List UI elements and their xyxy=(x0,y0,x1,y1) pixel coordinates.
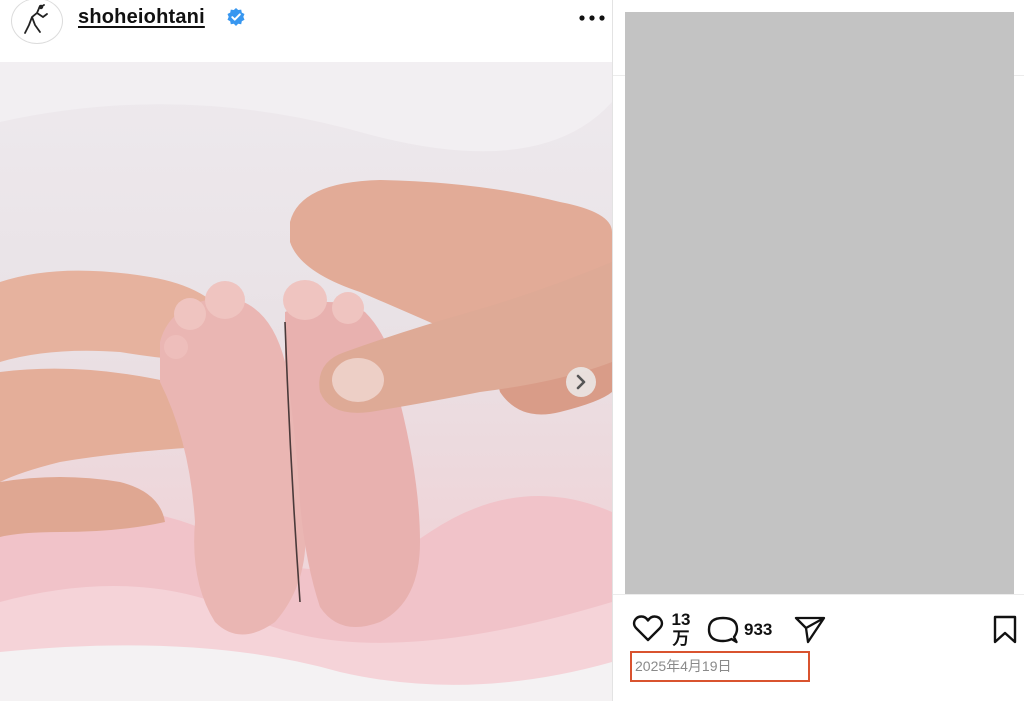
baseball-player-logo xyxy=(24,4,48,34)
paper-plane-icon[interactable] xyxy=(794,615,826,650)
comment-bubble-icon[interactable] xyxy=(707,615,739,650)
verified-badge-icon xyxy=(226,7,246,32)
next-photo-button[interactable] xyxy=(566,367,596,397)
date-highlight-box: 2025年4月19日 xyxy=(630,651,810,682)
bookmark-icon[interactable] xyxy=(992,615,1018,650)
baby-feet-image xyxy=(0,62,612,701)
post-date[interactable]: 2025年4月19日 xyxy=(635,656,732,676)
post-photo[interactable] xyxy=(0,62,612,701)
more-options-icon[interactable] xyxy=(576,2,610,32)
likes-count[interactable]: 13万 xyxy=(670,610,692,648)
chevron-right-icon xyxy=(576,374,586,390)
caption-redacted-area xyxy=(625,12,1014,594)
post-details-column: 13万 933 2025年4月19日 xyxy=(613,0,1024,701)
comments-count[interactable]: 933 xyxy=(744,620,772,640)
heart-icon[interactable] xyxy=(632,614,664,647)
actions-divider xyxy=(613,594,1024,595)
avatar[interactable] xyxy=(11,0,63,44)
username-link[interactable]: shoheiohtani xyxy=(78,6,205,29)
post-header: shoheiohtani xyxy=(0,0,612,62)
post-media-column: shoheiohtani xyxy=(0,0,612,701)
